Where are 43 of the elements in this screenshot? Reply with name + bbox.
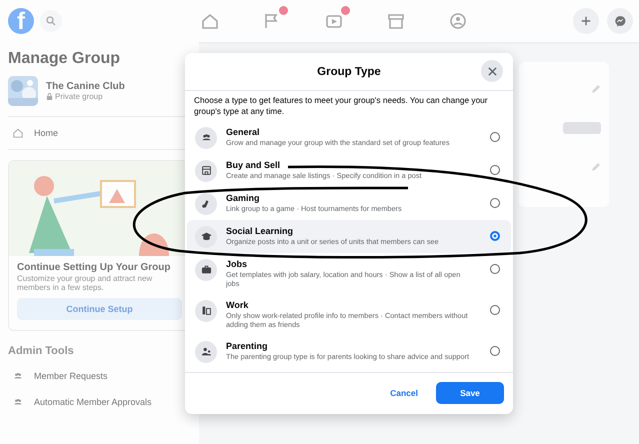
option-title: Jobs <box>226 258 248 270</box>
lock-icon <box>46 93 53 100</box>
section-title: Admin Tools <box>8 345 75 357</box>
radio-button[interactable] <box>490 304 500 314</box>
option-title: Social Learning <box>226 226 294 236</box>
option-title: Work <box>226 300 250 310</box>
radio-button[interactable] <box>490 164 500 174</box>
store-icon <box>200 164 212 177</box>
cancel-button[interactable]: Cancel <box>380 382 428 404</box>
radio-button[interactable] <box>490 264 500 274</box>
radio-button[interactable] <box>490 132 500 142</box>
group-privacy: Private group <box>55 92 103 101</box>
home-icon <box>200 11 220 31</box>
group-name[interactable]: The Canine Club <box>46 81 125 92</box>
dialog-title: Group Type <box>317 66 381 78</box>
building-icon <box>200 304 212 317</box>
plus-icon <box>579 14 593 28</box>
briefcase-icon <box>200 263 212 276</box>
radio-button[interactable] <box>490 346 500 356</box>
card-heading: Continue Setting Up Your Group <box>16 261 172 273</box>
messenger-icon <box>613 14 627 28</box>
store-icon <box>386 11 406 31</box>
radio-button[interactable] <box>490 230 500 240</box>
page-title: Manage Group <box>8 50 122 68</box>
close-icon <box>488 66 496 76</box>
pencil-icon <box>591 84 601 94</box>
option-title: Parenting <box>226 340 269 352</box>
radio-button[interactable] <box>490 198 500 208</box>
home-icon <box>12 127 24 139</box>
messenger-button[interactable] <box>607 8 633 34</box>
dialog-intro: Choose a type to get features to meet your group's needs. You can change your group's type at any time. <box>193 94 489 118</box>
option-title: Buy and Sell <box>226 160 282 170</box>
card-text: Customize your group and attract new members in a few steps. <box>16 273 154 294</box>
graduation-cap-icon <box>200 230 212 243</box>
groups-icon <box>448 11 468 31</box>
option-title: Gaming <box>226 192 261 204</box>
save-button[interactable]: Save <box>436 382 504 404</box>
plus-button[interactable] <box>573 8 599 34</box>
parent-child-icon <box>200 345 212 358</box>
close-button[interactable] <box>481 60 503 82</box>
option-title: General <box>226 126 261 138</box>
search-icon <box>46 16 56 26</box>
pencil-icon <box>591 162 601 172</box>
